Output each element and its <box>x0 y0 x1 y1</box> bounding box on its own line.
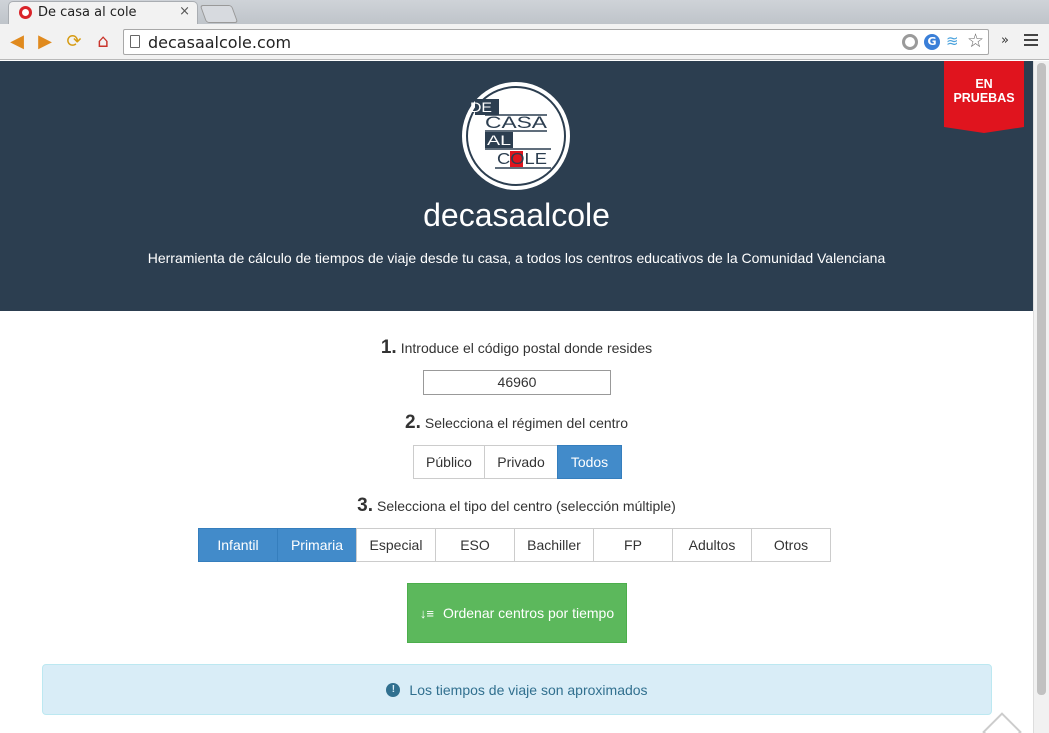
reload-icon[interactable]: ⟳ <box>63 31 85 53</box>
logo-word: CASA <box>485 113 548 132</box>
tab-title: De casa al cole <box>38 5 137 20</box>
corner-decoration-icon <box>982 712 1022 733</box>
new-tab-button[interactable] <box>199 5 239 23</box>
step-number: 3. <box>357 495 374 516</box>
type-option-otros[interactable]: Otros <box>751 528 831 562</box>
type-option-especial[interactable]: Especial <box>356 528 436 562</box>
step-label: Selecciona el régimen del centro <box>424 415 628 431</box>
site-favicon-icon <box>19 6 32 19</box>
forward-arrow-icon[interactable]: ▶ <box>34 31 56 53</box>
logo-word: COLE <box>497 151 547 168</box>
regime-button-group: Público Privado Todos <box>413 445 622 479</box>
address-bar[interactable]: decasaalcole.com G ≋ ☆ <box>123 29 989 55</box>
type-option-adultos[interactable]: Adultos <box>672 528 752 562</box>
home-icon[interactable]: ⌂ <box>92 31 114 53</box>
sort-by-time-button[interactable]: ↓≡ Ordenar centros por tiempo <box>407 583 627 643</box>
exclamation-circle-icon: ! <box>386 682 401 697</box>
postal-code-input[interactable]: 46960 <box>423 370 611 395</box>
ribbon-line2: PRUEBAS <box>953 91 1015 105</box>
step-label: Introduce el código postal donde resides <box>400 340 653 356</box>
browser-tab[interactable]: De casa al cole × <box>8 1 198 24</box>
regime-option-privado[interactable]: Privado <box>484 445 558 479</box>
scrollbar-thumb[interactable] <box>1037 63 1046 695</box>
close-tab-icon[interactable]: × <box>179 4 190 19</box>
type-option-bachiller[interactable]: Bachiller <box>514 528 594 562</box>
regime-option-publico[interactable]: Público <box>413 445 485 479</box>
browser-toolbar: ◀ ▶ ⟳ ⌂ decasaalcole.com G ≋ ☆ » <box>0 24 1049 60</box>
step3-heading: 3. Selecciona el tipo del centro (selecci… <box>0 495 1033 517</box>
vertical-scrollbar[interactable] <box>1033 61 1049 733</box>
more-extensions-icon[interactable]: » <box>1001 33 1009 48</box>
info-alert: ! Los tiempos de viaje son aproximados <box>42 664 992 715</box>
type-option-eso[interactable]: ESO <box>435 528 515 562</box>
type-option-infantil[interactable]: Infantil <box>198 528 278 562</box>
type-button-group: Infantil Primaria Especial ESO Bachiller… <box>198 528 831 562</box>
target-extension-icon[interactable] <box>902 34 918 50</box>
type-option-fp[interactable]: FP <box>593 528 673 562</box>
url-text[interactable]: decasaalcole.com <box>148 33 291 52</box>
ribbon-line1: EN <box>975 77 993 91</box>
browser-titlebar: De casa al cole × <box>0 0 1049 24</box>
hero-banner: EN PRUEBAS DE CASA AL COLE decasaalcole … <box>0 61 1033 311</box>
step-label: Selecciona el tipo del centro (selección… <box>377 498 676 514</box>
step-number: 2. <box>405 412 421 433</box>
hamburger-menu-icon[interactable] <box>1024 34 1038 49</box>
regime-option-todos[interactable]: Todos <box>557 445 622 479</box>
step2-heading: 2. Selecciona el régimen del centro <box>0 412 1033 434</box>
g-extension-icon[interactable]: G <box>924 34 940 50</box>
site-subtitle: Herramienta de cálculo de tiempos de via… <box>147 250 886 266</box>
wave-extension-icon[interactable]: ≋ <box>946 32 959 50</box>
step-number: 1. <box>380 337 397 358</box>
site-title: decasaalcole <box>423 197 610 233</box>
page-icon <box>130 35 140 48</box>
back-arrow-icon[interactable]: ◀ <box>6 31 28 53</box>
step1-heading: 1. Introduce el código postal donde resid… <box>0 337 1033 359</box>
sort-amount-icon: ↓≡ <box>419 605 434 621</box>
logo-word: AL <box>487 132 511 148</box>
sort-button-label: Ordenar centros por tiempo <box>442 605 615 621</box>
site-logo: DE CASA AL COLE <box>462 82 570 190</box>
web-page: EN PRUEBAS DE CASA AL COLE decasaalcole … <box>0 61 1033 733</box>
type-option-primaria[interactable]: Primaria <box>277 528 357 562</box>
bookmark-star-icon[interactable]: ☆ <box>967 30 984 52</box>
beta-ribbon: EN PRUEBAS <box>944 61 1024 133</box>
alert-text: Los tiempos de viaje son aproximados <box>409 681 648 698</box>
